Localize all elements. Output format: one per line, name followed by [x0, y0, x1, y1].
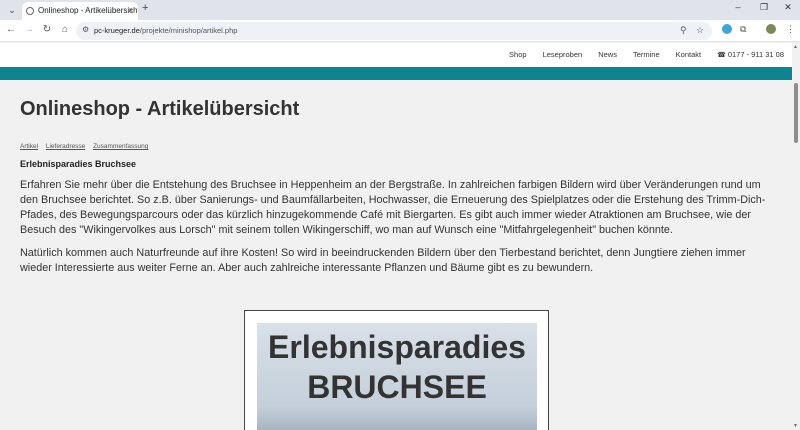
tab-title: Onlineshop - Artikelübersicht: [38, 6, 138, 15]
extension-icon[interactable]: [722, 24, 732, 36]
forward-icon[interactable]: →: [22, 24, 36, 35]
page-title: Onlineshop - Artikelübersicht: [20, 98, 300, 120]
step-link-zusammenfassung[interactable]: Zusammenfassung: [93, 143, 148, 150]
phone-number: 0177 - 911 31 08: [727, 50, 784, 59]
favicon-icon: [26, 7, 34, 15]
bookmark-star-icon[interactable]: ☆: [696, 25, 704, 36]
menu-kebab-icon[interactable]: ⋮: [786, 24, 795, 35]
checkout-steps: Artikel Lieferadresse Zusammenfassung: [20, 143, 772, 150]
main-content: Onlineshop - Artikelübersicht Artikel Li…: [0, 80, 792, 276]
new-tab-icon[interactable]: +: [142, 2, 148, 14]
browser-tab[interactable]: Onlineshop - Artikelübersicht ×: [22, 2, 138, 20]
article-paragraph-2: Natürlich kommen auch Naturfreunde auf i…: [20, 247, 746, 274]
page-viewport: Shop Leseproben News Termine Kontakt ☎ 01…: [0, 43, 792, 430]
reload-icon[interactable]: ↻: [40, 24, 54, 35]
cover-title-line2: BRUCHSEE: [307, 369, 487, 405]
site-nav: Shop Leseproben News Termine Kontakt ☎ 01…: [0, 43, 792, 67]
home-icon[interactable]: ⌂: [58, 24, 72, 35]
step-link-artikel[interactable]: Artikel: [20, 143, 38, 150]
url-path: /projekte/minishop/artikel.php: [139, 26, 238, 35]
step-link-lieferadresse[interactable]: Lieferadresse: [46, 143, 85, 150]
scroll-down-icon[interactable]: ▼: [793, 423, 798, 429]
url-host: pc-krueger.de: [94, 26, 140, 35]
phone-icon: ☎: [717, 52, 726, 59]
nav-item-leseproben[interactable]: Leseproben: [543, 50, 583, 59]
nav-item-termine[interactable]: Termine: [633, 50, 660, 59]
profile-avatar-icon[interactable]: [766, 24, 776, 36]
address-bar[interactable]: ⚙ pc-krueger.de/projekte/minishop/artike…: [76, 22, 712, 40]
cover-title-line1: Erlebnisparadies: [268, 329, 526, 365]
scroll-up-icon[interactable]: ▲: [793, 44, 798, 50]
book-cover-frame: Erlebnisparadies BRUCHSEE: [244, 310, 549, 430]
scroll-thumb[interactable]: [794, 83, 798, 143]
nav-item-shop[interactable]: Shop: [509, 50, 527, 59]
page-scrollbar[interactable]: ▲ ▼: [792, 43, 800, 430]
accent-bar: [0, 67, 792, 80]
site-info-icon[interactable]: ⚙: [82, 25, 89, 34]
tab-search-icon[interactable]: ⌄: [4, 3, 20, 17]
nav-item-kontakt[interactable]: Kontakt: [676, 50, 701, 59]
extensions-puzzle-icon[interactable]: ⧉: [740, 24, 746, 35]
maximize-icon[interactable]: ❐: [754, 2, 774, 13]
nav-item-news[interactable]: News: [598, 50, 617, 59]
tab-close-icon[interactable]: ×: [128, 2, 133, 20]
browser-tabstrip: ⌄ Onlineshop - Artikelübersicht × + – ❐ …: [0, 0, 800, 20]
browser-toolbar: ← → ↻ ⌂ ⚙ pc-krueger.de/projekte/minisho…: [0, 20, 800, 42]
back-icon[interactable]: ←: [4, 24, 18, 35]
book-cover-image[interactable]: Erlebnisparadies BRUCHSEE: [257, 323, 537, 430]
article-paragraph-1: Erfahren Sie mehr über die Entstehung de…: [20, 179, 766, 236]
article-title: Erlebnisparadies Bruchsee: [20, 159, 137, 169]
nav-item-phone[interactable]: ☎ 0177 - 911 31 08: [717, 50, 784, 59]
url-text[interactable]: pc-krueger.de/projekte/minishop/artikel.…: [94, 26, 237, 35]
minimize-icon[interactable]: –: [728, 2, 748, 12]
zoom-icon[interactable]: ⚲: [680, 25, 687, 36]
window-close-icon[interactable]: ✕: [778, 2, 798, 13]
